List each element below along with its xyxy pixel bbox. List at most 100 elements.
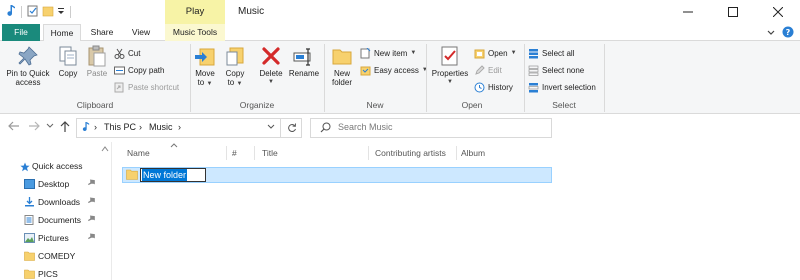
- nav-item-label: Downloads: [38, 197, 81, 207]
- paste-shortcut-button[interactable]: Paste shortcut: [114, 80, 179, 94]
- nav-item-downloads[interactable]: Downloads: [0, 194, 100, 210]
- back-arrow-icon: [8, 121, 19, 131]
- clipboard-group-label: Clipboard: [76, 100, 114, 110]
- tab-file[interactable]: File: [2, 24, 40, 41]
- column-header-title[interactable]: Title: [262, 148, 278, 160]
- forward-button[interactable]: [28, 121, 40, 134]
- close-icon: [772, 7, 783, 17]
- paste-shortcut-label: Paste shortcut: [128, 82, 180, 92]
- rename-button[interactable]: Rename: [288, 45, 320, 78]
- column-header-album[interactable]: Album: [461, 148, 485, 160]
- nav-item-pics[interactable]: PICS: [0, 266, 100, 280]
- copy-icon: [59, 46, 77, 66]
- nav-item-label: Quick access: [32, 161, 83, 171]
- pinned-icon: [88, 179, 96, 189]
- easy-access-button[interactable]: Easy access ▼: [360, 63, 428, 77]
- tab-music-tools[interactable]: Music Tools: [165, 24, 225, 41]
- breadcrumb-separator-icon: ›: [94, 122, 97, 132]
- refresh-icon: [287, 123, 296, 133]
- tab-home[interactable]: Home: [43, 24, 81, 42]
- breadcrumb-separator-icon: ›: [139, 122, 142, 132]
- properties-caret-icon: ▼: [447, 79, 453, 85]
- select-all-button[interactable]: Select all: [528, 46, 574, 60]
- refresh-button[interactable]: [280, 118, 302, 138]
- up-button[interactable]: [60, 121, 70, 136]
- nav-item-quick-access[interactable]: Quick access: [0, 158, 100, 174]
- search-placeholder: Search Music: [338, 122, 393, 132]
- column-header-contributing-artists[interactable]: Contributing artists: [375, 148, 446, 160]
- copy-path-button[interactable]: Copy path: [114, 63, 164, 77]
- recent-locations-button[interactable]: [46, 121, 54, 134]
- cut-button[interactable]: Cut: [114, 46, 140, 60]
- nav-item-label: Desktop: [38, 179, 70, 189]
- folder-icon: [126, 169, 138, 182]
- close-button[interactable]: [755, 0, 800, 24]
- pin-to-quick-access-label-2: access: [15, 78, 41, 87]
- tab-share[interactable]: Share: [84, 24, 120, 41]
- chevron-down-icon: [267, 124, 275, 129]
- nav-pane-scrollbar[interactable]: [100, 144, 110, 280]
- select-all-icon: [529, 48, 538, 58]
- window-title: Music: [238, 6, 265, 17]
- maximize-button[interactable]: [710, 0, 755, 24]
- music-location-icon: [80, 121, 90, 135]
- minimize-icon: [682, 11, 693, 13]
- nav-item-pictures[interactable]: Pictures: [0, 230, 100, 246]
- pin-to-quick-access-button[interactable]: Pin to Quick access: [2, 45, 54, 87]
- copy-path-icon: [114, 66, 125, 74]
- move-to-label-1: Move: [195, 69, 215, 78]
- open-button[interactable]: Open ▼: [474, 46, 517, 60]
- minimize-button[interactable]: [665, 0, 710, 24]
- new-folder-label-2: folder: [331, 78, 352, 87]
- copy-button[interactable]: Copy: [56, 45, 80, 78]
- delete-button[interactable]: Delete ▼: [256, 45, 286, 87]
- select-all-label: Select all: [542, 48, 575, 58]
- properties-qat-icon[interactable]: [27, 5, 39, 19]
- folder-icon: [24, 251, 35, 263]
- breadcrumb-music[interactable]: Music: [149, 122, 173, 132]
- copy-to-button[interactable]: Copy to ▼: [222, 45, 248, 89]
- up-arrow-icon: [60, 121, 70, 132]
- pinned-icon: [88, 215, 96, 225]
- column-header-number[interactable]: #: [232, 148, 237, 160]
- chevron-down-icon: [46, 123, 54, 128]
- back-button[interactable]: [8, 121, 20, 134]
- nav-item-label: Pictures: [38, 233, 69, 243]
- nav-item-comedy[interactable]: COMEDY: [0, 248, 100, 264]
- new-folder-button[interactable]: New folder: [326, 45, 358, 87]
- invert-selection-label: Invert selection: [542, 82, 596, 92]
- ribbon-tab-strip: [0, 24, 800, 41]
- paste-shortcut-icon: [114, 82, 124, 92]
- edit-button[interactable]: Edit: [474, 63, 502, 77]
- expand-ribbon-icon[interactable]: [766, 27, 776, 39]
- history-button[interactable]: History: [474, 80, 513, 94]
- move-to-button[interactable]: Move to ▼: [192, 45, 218, 89]
- new-folder-qat-icon[interactable]: [42, 5, 54, 19]
- nav-item-label: PICS: [38, 269, 58, 279]
- breadcrumb-this-pc[interactable]: This PC: [104, 122, 136, 132]
- properties-button[interactable]: Properties ▼: [428, 45, 472, 87]
- select-none-button[interactable]: Select none: [528, 63, 584, 77]
- select-group-label: Select: [552, 100, 576, 110]
- invert-selection-button[interactable]: Invert selection: [528, 80, 596, 94]
- copy-path-label: Copy path: [128, 65, 165, 75]
- nav-item-desktop[interactable]: Desktop: [0, 176, 100, 192]
- column-header-name[interactable]: Name: [127, 148, 150, 160]
- desktop-folder-icon: [24, 179, 35, 191]
- new-item-label: New item: [374, 48, 408, 58]
- new-item-button[interactable]: New item ▼: [360, 46, 416, 60]
- qat-customize-icon[interactable]: [57, 5, 65, 19]
- new-folder-icon: [332, 49, 352, 65]
- forward-arrow-icon: [29, 121, 40, 131]
- nav-item-documents[interactable]: Documents: [0, 212, 100, 228]
- paste-button[interactable]: Paste: [84, 45, 110, 78]
- address-dropdown-button[interactable]: [266, 120, 276, 136]
- help-icon[interactable]: ?: [782, 26, 794, 40]
- rename-input-value[interactable]: New folder: [142, 169, 188, 181]
- documents-folder-icon: [24, 215, 35, 227]
- pin-to-quick-access-label-1: Pin to Quick: [6, 69, 50, 78]
- tab-view[interactable]: View: [123, 24, 159, 41]
- select-none-label: Select none: [542, 65, 585, 75]
- search-icon: [320, 122, 331, 135]
- svg-text:?: ?: [786, 28, 791, 37]
